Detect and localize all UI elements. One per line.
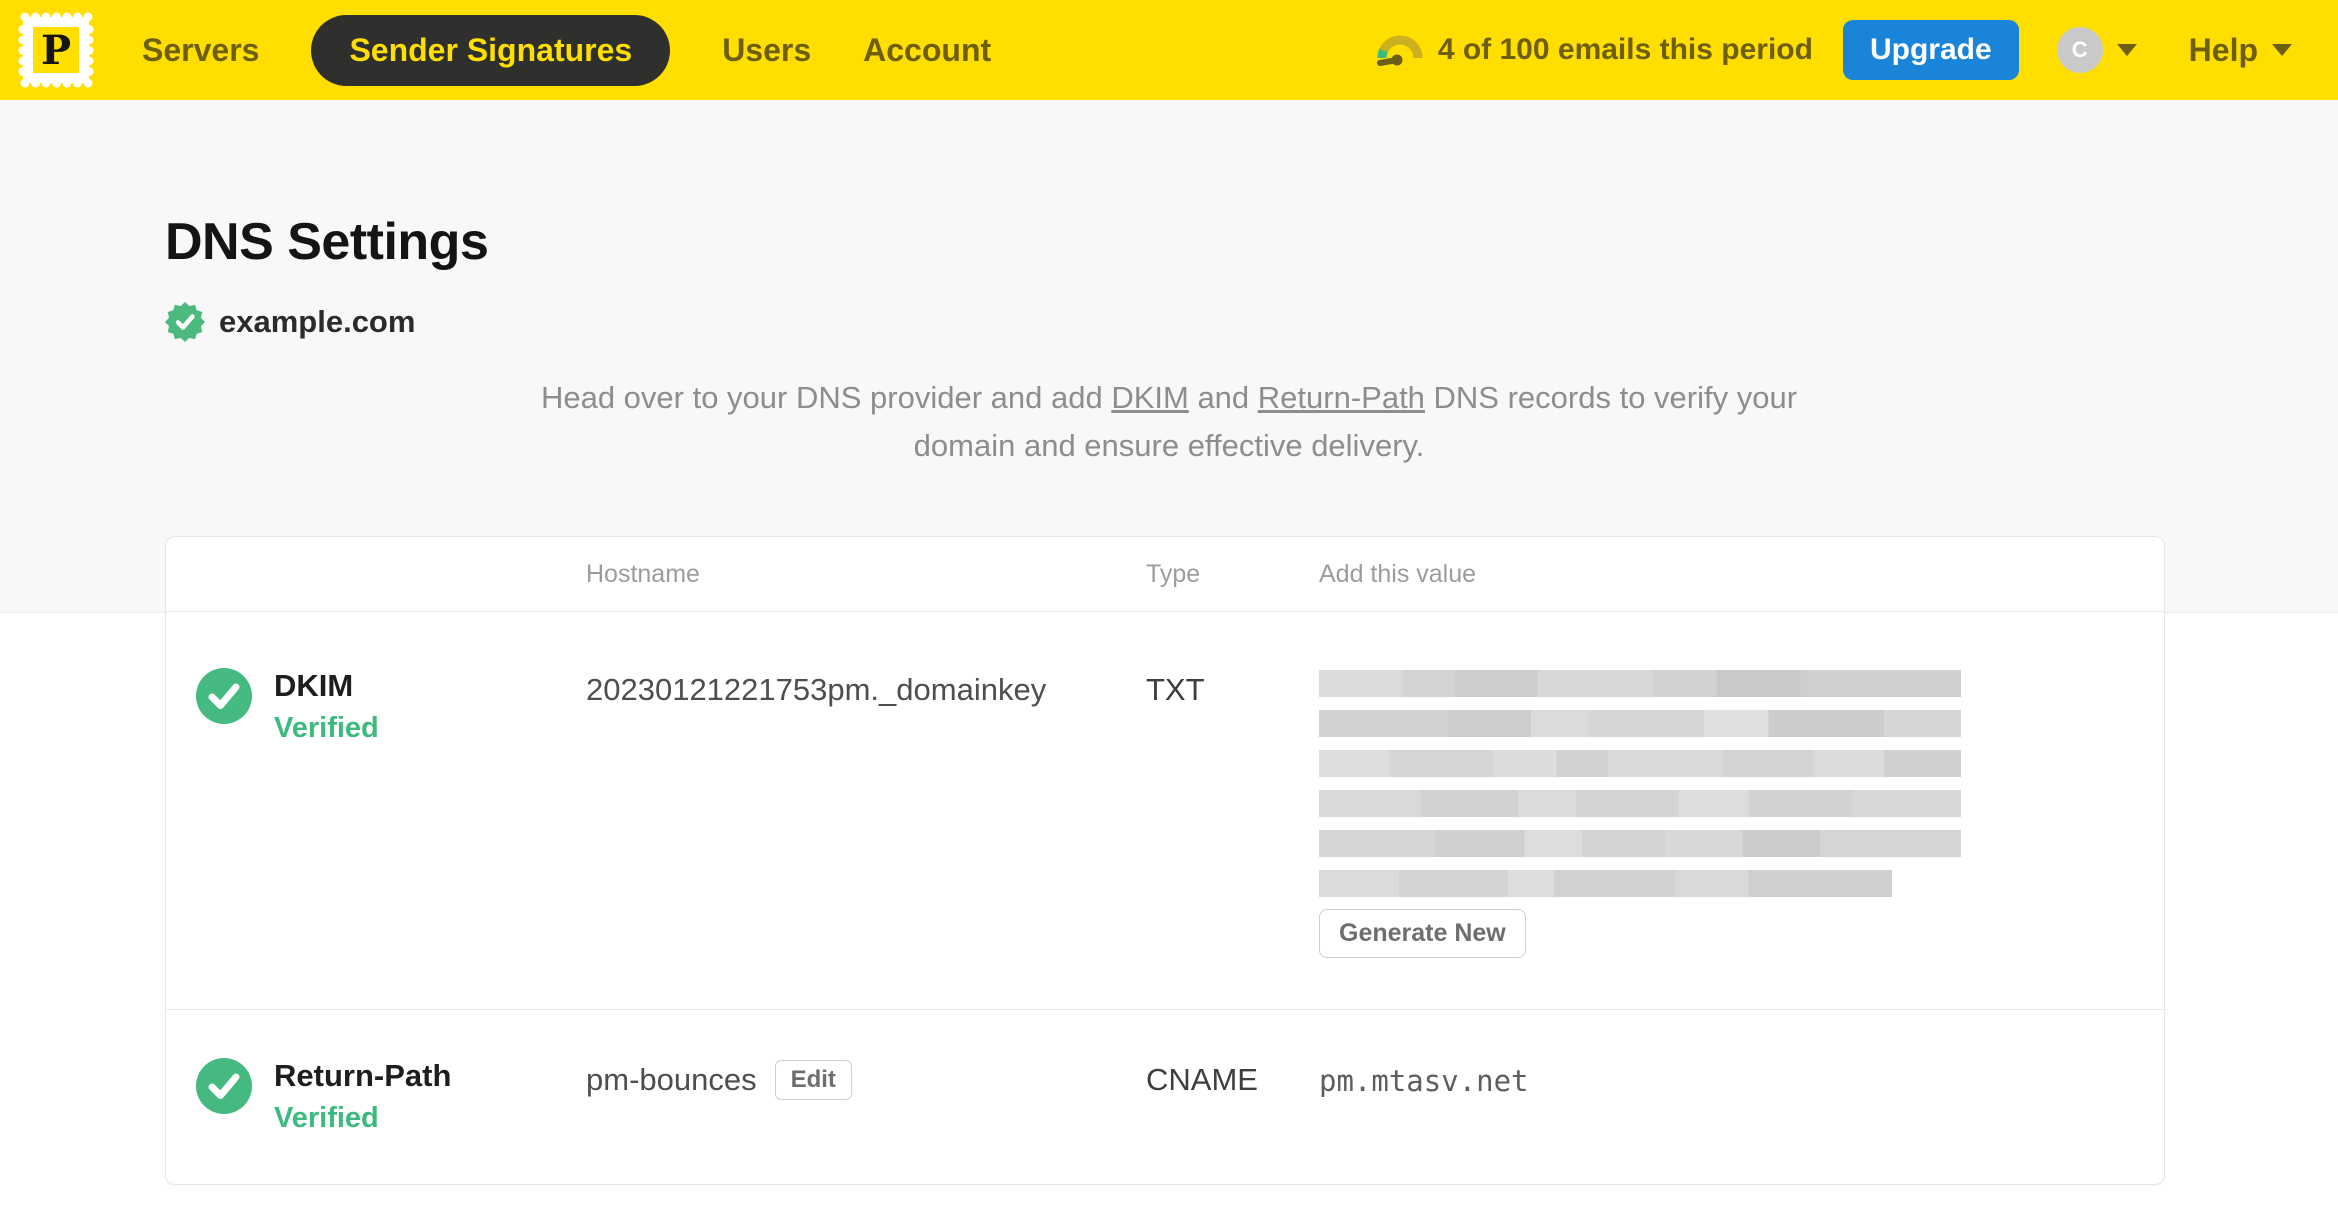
status-badge: Verified: [274, 1102, 379, 1134]
top-navbar: P Servers Sender Signatures Users Accoun…: [0, 0, 2338, 100]
postmark-logo-icon[interactable]: P: [16, 10, 96, 90]
status-badge: Verified: [274, 712, 379, 744]
table-row-return-path: Return-Path Verified pm-bounces Edit CNA…: [166, 1010, 2164, 1135]
account-menu[interactable]: C: [2056, 27, 2137, 73]
page: P Servers Sender Signatures Users Accoun…: [0, 0, 2338, 1222]
column-header-hostname: Hostname: [586, 559, 700, 588]
instructions-text: and: [1188, 380, 1258, 415]
dkim-type: TXT: [1146, 672, 1205, 707]
instructions-text: Head over to your DNS provider and add: [540, 380, 1112, 415]
table-header-row: Hostname Type Add this value: [166, 537, 2164, 612]
gauge-icon: [1376, 35, 1423, 66]
dns-records-card: Hostname Type Add this value DKIM Verifi…: [165, 536, 2165, 1185]
verified-check-icon: [196, 1058, 252, 1114]
domain-row: example.com: [165, 302, 2338, 342]
return-path-status-cell: Return-Path Verified: [166, 1058, 586, 1135]
edit-button[interactable]: Edit: [774, 1060, 852, 1100]
usage-meter[interactable]: 4 of 100 emails this period: [1376, 31, 1813, 69]
column-header-type: Type: [1146, 559, 1201, 588]
return-path-hostname-cell: pm-bounces Edit: [586, 1058, 1146, 1135]
return-path-hostname: pm-bounces: [586, 1062, 757, 1097]
chevron-down-icon: [2272, 44, 2292, 56]
redacted-dkim-value: [1319, 670, 2164, 897]
table-row-dkim: DKIM Verified 20230121221753pm._domainke…: [166, 612, 2164, 1010]
avatar: C: [2056, 27, 2103, 73]
return-path-type: CNAME: [1146, 1062, 1258, 1097]
usage-text: 4 of 100 emails this period: [1437, 33, 1813, 66]
redacted-value-row: [1319, 870, 1892, 897]
generate-new-button[interactable]: Generate New: [1319, 909, 1526, 958]
nav-item-servers[interactable]: Servers: [142, 32, 259, 69]
column-header-value: Add this value: [1319, 559, 1477, 588]
help-menu[interactable]: Help: [2189, 32, 2292, 69]
nav-item-users[interactable]: Users: [722, 32, 811, 69]
verified-seal-icon: [165, 302, 205, 342]
chevron-down-icon: [2116, 44, 2137, 56]
dkim-status-cell: DKIM Verified: [166, 668, 586, 1009]
record-name: DKIM: [274, 668, 354, 703]
dns-instructions: Head over to your DNS provider and add D…: [534, 374, 1804, 470]
redacted-value-row: [1319, 670, 1961, 697]
return-path-value: pm.mtasv.net: [1319, 1064, 1529, 1098]
upgrade-button[interactable]: Upgrade: [1842, 20, 2019, 80]
nav-item-sender-signatures[interactable]: Sender Signatures: [311, 14, 671, 86]
dkim-link[interactable]: DKIM: [1111, 380, 1189, 415]
dkim-value-cell: Generate New: [1319, 668, 2164, 1009]
primary-nav: Servers Sender Signatures Users Account: [142, 14, 991, 86]
page-title: DNS Settings: [165, 213, 489, 271]
dkim-hostname: 20230121221753pm._domainkey: [586, 672, 1047, 707]
svg-text:P: P: [41, 27, 71, 74]
redacted-value-row: [1319, 710, 1961, 737]
help-label: Help: [2188, 31, 2258, 68]
nav-right: 4 of 100 emails this period Upgrade C He…: [1376, 20, 2292, 80]
verified-check-icon: [196, 668, 252, 724]
nav-item-account[interactable]: Account: [863, 32, 991, 69]
redacted-value-row: [1319, 790, 1961, 817]
record-name: Return-Path: [274, 1058, 452, 1093]
domain-name: example.com: [219, 304, 416, 339]
return-path-link[interactable]: Return-Path: [1258, 380, 1425, 415]
redacted-value-row: [1319, 830, 1961, 857]
redacted-value-row: [1319, 750, 1961, 777]
